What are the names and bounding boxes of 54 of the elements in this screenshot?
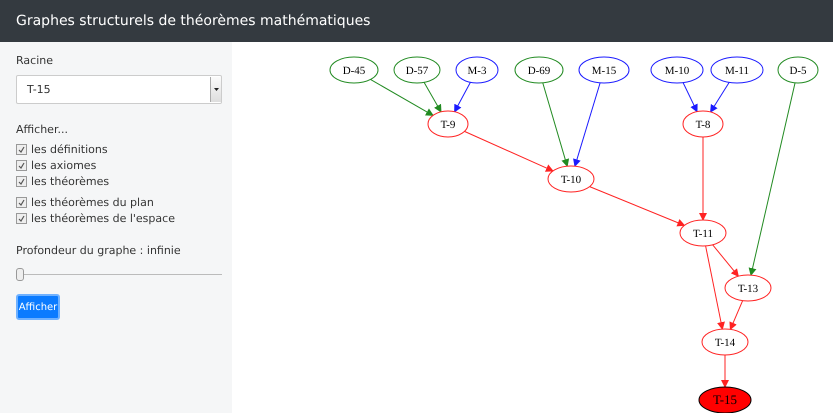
arrow [721,354,729,388]
arrow [682,82,698,112]
graph-node[interactable] [650,56,704,84]
graph-node[interactable] [702,328,748,356]
graph-node[interactable] [456,56,498,84]
graph-node[interactable] [330,56,378,84]
graph-node[interactable] [724,274,772,302]
show-button[interactable]: Afficher [16,294,60,320]
graph-node[interactable] [682,110,724,138]
graph-node[interactable] [778,56,818,84]
node-label: T-14 [714,337,736,349]
graph-node[interactable] [548,166,594,192]
node-label: D-69 [528,65,550,77]
checkbox[interactable] [16,144,27,155]
graph-node[interactable] [680,220,726,246]
checkbox-label: les théorèmes [31,175,110,188]
slider-thumb[interactable] [16,268,24,281]
depth-label: Profondeur du graphe : infinie [16,244,181,257]
node-label: T-11 [693,228,713,240]
node-label: D-45 [342,65,366,77]
graph-node[interactable] [514,56,564,84]
node-label: M-3 [468,65,486,77]
checkbox[interactable] [16,160,27,171]
checkbox[interactable] [16,197,27,208]
depth-slider[interactable] [16,268,222,280]
checkbox-label: les définitions [31,143,108,156]
node-label: D-57 [406,65,428,77]
graph-node[interactable] [710,56,764,84]
show-label: Afficher... [16,123,68,136]
checkbox-label: les axiomes [31,159,96,172]
graph-node[interactable] [578,56,630,84]
graph-node[interactable] [698,386,752,413]
node-label: T-9 [440,119,456,131]
root-label: Racine [16,54,54,67]
checkbox[interactable] [16,213,27,224]
node-label: T-8 [696,119,710,131]
app-title: Graphes structurels de théorèmes mathématiques [16,13,370,29]
node-label: T-13 [738,283,758,295]
node-label: D-5 [789,65,807,77]
root-select[interactable]: T-15 [16,75,222,104]
graph-node[interactable] [428,110,468,138]
node-label: T-10 [560,174,582,186]
node-label: T-15 [712,392,738,407]
node-label: M-10 [664,65,690,77]
node-label: M-11 [724,65,750,77]
checkbox[interactable] [16,176,27,187]
checkbox-label: les théorèmes de l'espace [31,212,175,225]
arrow [710,82,730,113]
graph-node[interactable] [394,56,440,84]
arrow [454,82,471,113]
node-label: M-15 [592,65,616,77]
checkbox-label: les théorèmes du plan [31,196,154,209]
arrow [729,300,744,330]
caret-icon [214,88,218,91]
